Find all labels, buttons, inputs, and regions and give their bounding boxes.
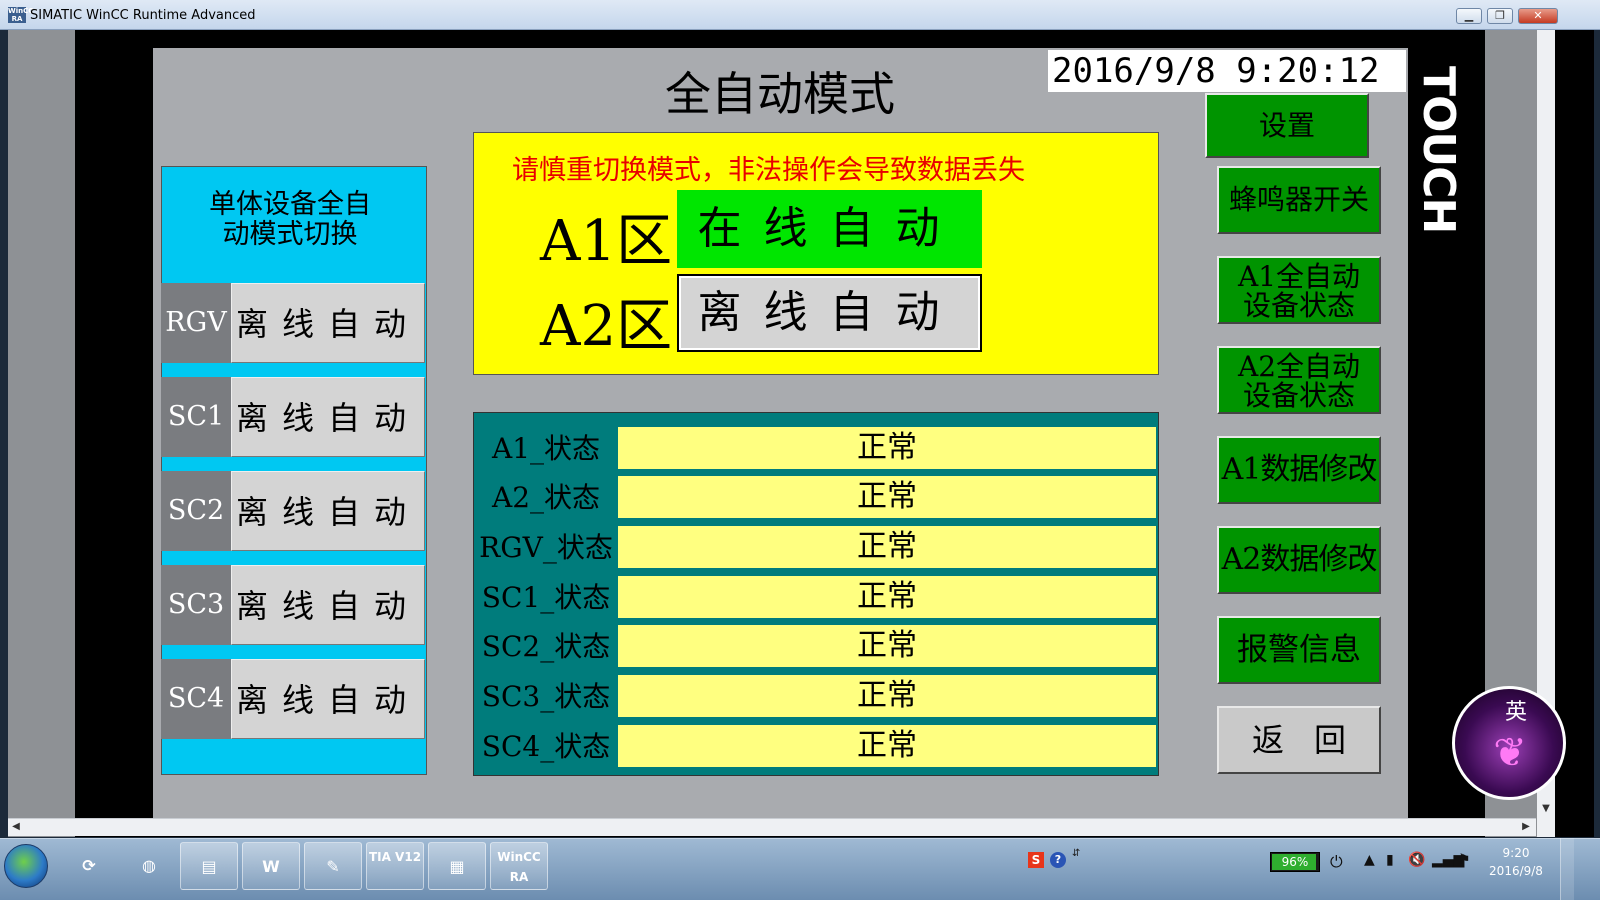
- device-row-sc2: SC2 离线自动: [161, 471, 427, 551]
- scroll-left-arrow-icon[interactable]: ◀: [8, 818, 24, 836]
- window-title: SIMATIC WinCC Runtime Advanced: [30, 8, 256, 23]
- clock-time[interactable]: 9:20: [1490, 846, 1542, 860]
- a2-data-edit-button[interactable]: A2数据修改: [1217, 526, 1381, 594]
- start-button[interactable]: [4, 844, 48, 888]
- a2-status-line2: 设备状态: [1242, 379, 1355, 412]
- device-name-label: SC4: [161, 659, 231, 739]
- device-name-label: RGV: [161, 283, 231, 363]
- device-row-sc3: SC3 离线自动: [161, 565, 427, 645]
- status-label: SC3_状态: [481, 680, 611, 713]
- explorer-icon[interactable]: ▤: [180, 842, 238, 890]
- butterfly-icon: ❦: [1493, 730, 1527, 776]
- zone-a1-mode-button[interactable]: 在线自动: [677, 190, 982, 268]
- settings-button[interactable]: 设置: [1205, 93, 1369, 158]
- back-button[interactable]: 返回: [1217, 706, 1381, 774]
- tool-app-icon[interactable]: ✎: [304, 842, 362, 890]
- device-mode-panel-title: 单体设备全自 动模式切换: [161, 190, 419, 250]
- device-row-rgv: RGV 离线自动: [161, 283, 427, 363]
- power-plug-icon[interactable]: ⏻: [1330, 852, 1343, 872]
- device-row-sc4: SC4 离线自动: [161, 659, 427, 739]
- scroll-right-arrow-icon[interactable]: ▶: [1518, 818, 1534, 836]
- a1-status-line1: A1全自动: [1237, 260, 1361, 293]
- sc1-mode-button[interactable]: 离线自动: [231, 377, 425, 457]
- horizontal-scrollbar[interactable]: [8, 818, 1536, 836]
- action-center-icon[interactable]: ⚑: [1458, 852, 1471, 868]
- status-label: SC2_状态: [481, 630, 611, 663]
- device-mode-title-line2: 动模式切换: [222, 219, 358, 250]
- status-value: 正常: [618, 725, 1156, 767]
- taskbar: [0, 838, 1600, 900]
- scroll-down-arrow-icon[interactable]: ▼: [1537, 800, 1555, 818]
- device-row-sc1: SC1 离线自动: [161, 377, 427, 457]
- device-name-label: SC1: [161, 377, 231, 457]
- battery-percent: 96%: [1281, 855, 1309, 869]
- clock-date[interactable]: 2016/9/8: [1480, 864, 1552, 878]
- status-label: SC1_状态: [481, 581, 611, 614]
- help-icon[interactable]: ?: [1050, 852, 1066, 868]
- status-value: 正常: [618, 576, 1156, 618]
- touch-label: TOUCH: [1413, 66, 1464, 234]
- a1-status-line2: 设备状态: [1242, 289, 1355, 322]
- device-name-label: SC2: [161, 471, 231, 551]
- restore-button[interactable]: ❐: [1487, 8, 1513, 24]
- firefox-icon[interactable]: ◍: [120, 842, 178, 890]
- buzzer-toggle-button[interactable]: 蜂鸣器开关: [1217, 166, 1381, 234]
- status-value: 正常: [618, 427, 1156, 469]
- status-value: 正常: [618, 526, 1156, 568]
- ime-s-icon[interactable]: S: [1028, 852, 1044, 868]
- rgv-mode-button[interactable]: 离线自动: [231, 283, 425, 363]
- show-hidden-icons-icon[interactable]: ▲: [1364, 852, 1375, 868]
- a2-status-line1: A2全自动: [1237, 350, 1361, 383]
- status-value: 正常: [618, 675, 1156, 717]
- word-icon[interactable]: W: [242, 842, 300, 890]
- a1-device-status-button[interactable]: A1全自动 设备状态: [1217, 256, 1381, 324]
- a2-device-status-button[interactable]: A2全自动 设备状态: [1217, 346, 1381, 414]
- ime-options-icon[interactable]: ⇵: [1072, 848, 1080, 859]
- ime-language-indicator[interactable]: 英: [1505, 694, 1527, 726]
- sync-app-icon[interactable]: ⟳: [60, 842, 118, 890]
- wincc-app-icon: WinCC RA: [8, 7, 34, 23]
- show-desktop-button[interactable]: [1560, 838, 1574, 900]
- sc4-mode-button[interactable]: 离线自动: [231, 659, 425, 739]
- tia-portal-icon[interactable]: TIA V12: [366, 842, 424, 890]
- minimize-button[interactable]: ▁: [1456, 8, 1482, 24]
- status-label: A1_状态: [491, 432, 601, 465]
- wincc-runtime-icon[interactable]: WinCC RA: [490, 842, 548, 890]
- frame-left-border: [8, 30, 75, 837]
- simulator-icon[interactable]: ▦: [428, 842, 486, 890]
- zone-a2-label: A2区: [540, 294, 673, 359]
- device-mode-title-line1: 单体设备全自: [209, 189, 371, 220]
- status-label: SC4_状态: [481, 730, 611, 763]
- status-label: A2_状态: [491, 481, 601, 514]
- status-value: 正常: [618, 476, 1156, 518]
- sc3-mode-button[interactable]: 离线自动: [231, 565, 425, 645]
- zone-a2-mode-button[interactable]: 离线自动: [677, 274, 982, 352]
- close-button[interactable]: ✕: [1518, 8, 1558, 24]
- datetime-display: 2016/9/8 9:20:12: [1048, 50, 1406, 92]
- volume-muted-icon[interactable]: 🔇: [1408, 852, 1425, 868]
- a1-data-edit-button[interactable]: A1数据修改: [1217, 436, 1381, 504]
- status-value: 正常: [618, 625, 1156, 667]
- status-label: RGV_状态: [479, 531, 613, 564]
- zone-a1-label: A1区: [540, 209, 673, 274]
- device-name-label: SC3: [161, 565, 231, 645]
- page-title: 全自动模式: [665, 67, 895, 121]
- mode-warning-text: 请慎重切换模式，非法操作会导致数据丢失: [512, 155, 1025, 186]
- network-icon[interactable]: ▮: [1386, 852, 1394, 868]
- sc2-mode-button[interactable]: 离线自动: [231, 471, 425, 551]
- alarm-info-button[interactable]: 报警信息: [1217, 616, 1381, 684]
